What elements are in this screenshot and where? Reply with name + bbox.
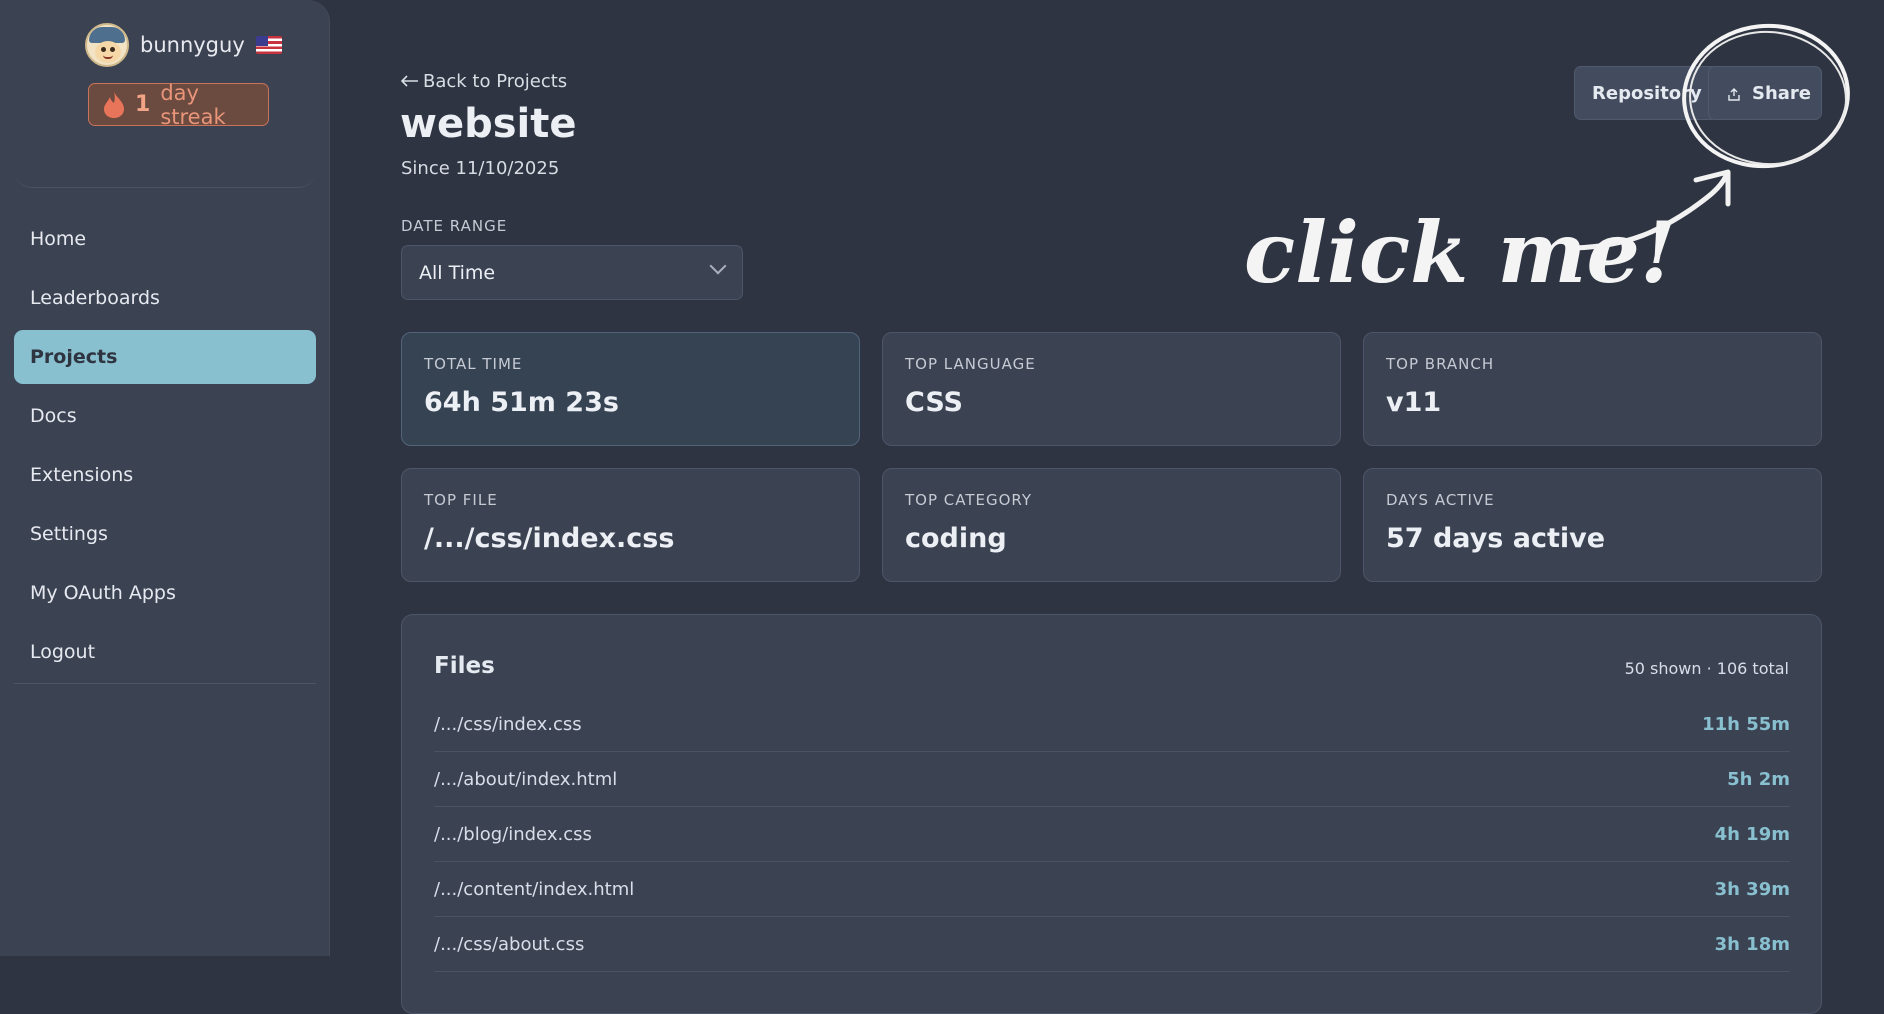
file-name: /.../blog/index.css xyxy=(434,823,592,845)
stat-value: /.../css/index.css xyxy=(424,523,675,554)
file-name: /.../css/about.css xyxy=(434,933,585,955)
files-panel: Files 50 shown · 106 total /.../css/inde… xyxy=(401,614,1822,1014)
user-row[interactable]: bunnyguy xyxy=(85,22,282,68)
file-list: /.../css/index.css 11h 55m /.../about/in… xyxy=(434,697,1790,972)
repository-label: Repository xyxy=(1592,82,1702,104)
chevron-down-icon xyxy=(709,257,727,275)
stat-value: CSS xyxy=(905,387,963,418)
share-label: Share xyxy=(1752,82,1812,104)
date-range-label: DATE RANGE xyxy=(401,217,508,235)
files-count: 50 shown · 106 total xyxy=(1624,659,1789,678)
us-flag-icon xyxy=(255,36,282,54)
sidebar-item-home[interactable]: Home xyxy=(14,212,316,266)
click-me-annotation: click me! xyxy=(1244,23,1850,300)
file-row[interactable]: /.../content/index.html 3h 39m xyxy=(434,862,1790,917)
arrow-left-icon xyxy=(400,71,419,92)
flame-icon xyxy=(103,91,125,119)
repository-button[interactable]: Repository xyxy=(1574,66,1718,120)
top-actions: Repository Share xyxy=(1574,66,1822,120)
file-time: 3h 18m xyxy=(1714,933,1790,955)
streak-label: day streak xyxy=(160,80,226,129)
share-icon xyxy=(1727,86,1741,101)
file-row[interactable]: /.../css/index.css 11h 55m xyxy=(434,697,1790,752)
stat-label: TOP CATEGORY xyxy=(905,491,1033,509)
share-button[interactable]: Share xyxy=(1708,66,1822,120)
back-link-label: Back to Projects xyxy=(423,71,568,92)
stat-card-days-active: DAYS ACTIVE 57 days active xyxy=(1363,468,1822,582)
stat-label: TOP LANGUAGE xyxy=(905,355,1036,373)
file-row[interactable]: /.../css/about.css 3h 18m xyxy=(434,917,1790,972)
file-time: 5h 2m xyxy=(1727,768,1790,790)
file-time: 3h 39m xyxy=(1714,878,1790,900)
stat-label: TOTAL TIME xyxy=(424,355,523,373)
stat-card-top-language: TOP LANGUAGE CSS xyxy=(882,332,1341,446)
avatar[interactable] xyxy=(85,23,129,67)
sidebar-item-docs[interactable]: Docs xyxy=(14,389,316,443)
date-range-select[interactable]: All Time xyxy=(401,245,743,300)
file-row[interactable]: /.../about/index.html 5h 2m xyxy=(434,752,1790,807)
annotation-text: click me! xyxy=(1244,203,1677,300)
stat-card-top-category: TOP CATEGORY coding xyxy=(882,468,1341,582)
sidebar: bunnyguy 1 day streak Home Leaderboards … xyxy=(0,0,330,956)
file-name: /.../css/index.css xyxy=(434,713,582,735)
stat-value: coding xyxy=(905,523,1007,554)
since-date: Since 11/10/2025 xyxy=(401,158,560,179)
sidebar-nav: Home Leaderboards Projects Docs Extensio… xyxy=(14,212,316,684)
sidebar-divider xyxy=(14,683,316,684)
stat-label: DAYS ACTIVE xyxy=(1386,491,1495,509)
file-time: 4h 19m xyxy=(1714,823,1790,845)
sidebar-item-oauth-apps[interactable]: My OAuth Apps xyxy=(14,566,316,620)
file-name: /.../about/index.html xyxy=(434,768,618,790)
back-to-projects-link[interactable]: Back to Projects xyxy=(400,71,568,92)
stats-grid: TOTAL TIME 64h 51m 23s TOP LANGUAGE CSS … xyxy=(401,332,1822,582)
page-title: website xyxy=(400,101,577,147)
streak-count: 1 xyxy=(135,92,151,117)
stat-label: TOP FILE xyxy=(424,491,498,509)
stat-value: 64h 51m 23s xyxy=(424,387,619,418)
sidebar-item-leaderboards[interactable]: Leaderboards xyxy=(14,271,316,325)
stat-label: TOP BRANCH xyxy=(1386,355,1495,373)
stat-card-total-time: TOTAL TIME 64h 51m 23s xyxy=(401,332,860,446)
sidebar-item-extensions[interactable]: Extensions xyxy=(14,448,316,502)
profile-card: bunnyguy 1 day streak xyxy=(14,0,316,188)
date-range-value: All Time xyxy=(419,261,496,284)
file-time: 11h 55m xyxy=(1702,713,1790,735)
stat-value: v11 xyxy=(1386,387,1442,418)
sidebar-item-projects[interactable]: Projects xyxy=(14,330,316,384)
sidebar-item-logout[interactable]: Logout xyxy=(14,625,316,679)
stat-value: 57 days active xyxy=(1386,523,1606,554)
streak-badge: 1 day streak xyxy=(88,80,269,129)
username: bunnyguy xyxy=(140,33,245,57)
file-row[interactable]: /.../blog/index.css 4h 19m xyxy=(434,807,1790,862)
stat-card-top-file: TOP FILE /.../css/index.css xyxy=(401,468,860,582)
stat-card-top-branch: TOP BRANCH v11 xyxy=(1363,332,1822,446)
files-title: Files xyxy=(434,653,495,679)
sidebar-item-settings[interactable]: Settings xyxy=(14,507,316,561)
file-name: /.../content/index.html xyxy=(434,878,635,900)
